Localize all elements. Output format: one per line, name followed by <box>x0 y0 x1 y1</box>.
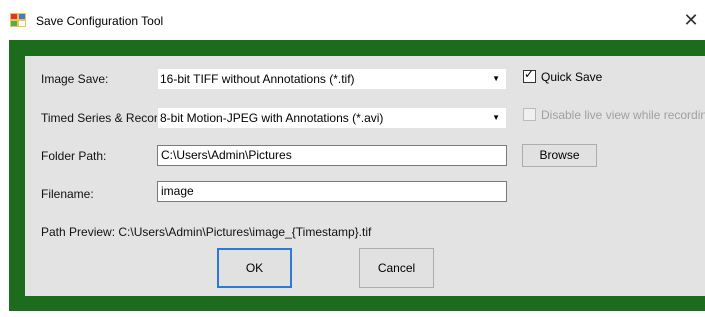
browse-button[interactable]: Browse <box>522 144 597 167</box>
checkmark-icon: ✓ <box>524 67 535 81</box>
quick-save-checkbox[interactable]: ✓ <box>523 67 536 83</box>
filename-input[interactable]: image <box>157 181 507 202</box>
close-icon[interactable]: ✕ <box>677 6 705 34</box>
disable-live-view-checkbox[interactable] <box>523 108 536 121</box>
folder-path-label: Folder Path: <box>41 149 107 163</box>
ok-button[interactable]: OK <box>217 248 292 288</box>
quick-save-label[interactable]: Quick Save <box>541 70 602 84</box>
cancel-button[interactable]: Cancel <box>359 248 434 288</box>
timed-series-dropdown[interactable]: 8-bit Motion-JPEG with Annotations (*.av… <box>157 107 507 129</box>
filename-label: Filename: <box>41 187 94 201</box>
title-bar: Save Configuration Tool ✕ <box>0 0 705 40</box>
disable-live-view-label: Disable live view while recording <box>541 108 705 122</box>
image-save-label: Image Save: <box>41 72 109 86</box>
dialog-panel: Image Save: 16-bit TIFF without Annotati… <box>25 56 705 296</box>
image-save-dropdown[interactable]: 16-bit TIFF without Annotations (*.tif) … <box>157 68 507 90</box>
timed-series-label: Timed Series & Record: <box>41 111 168 125</box>
window-title: Save Configuration Tool <box>36 14 164 28</box>
chevron-down-icon: ▼ <box>492 113 500 122</box>
path-preview-text: Path Preview: C:\Users\Admin\Pictures\im… <box>41 225 372 239</box>
chevron-down-icon: ▼ <box>492 74 500 83</box>
folder-path-input[interactable]: C:\Users\Admin\Pictures <box>157 145 507 166</box>
image-save-value: 16-bit TIFF without Annotations (*.tif) <box>160 72 355 86</box>
timed-series-value: 8-bit Motion-JPEG with Annotations (*.av… <box>160 111 384 125</box>
app-icon <box>10 13 26 27</box>
